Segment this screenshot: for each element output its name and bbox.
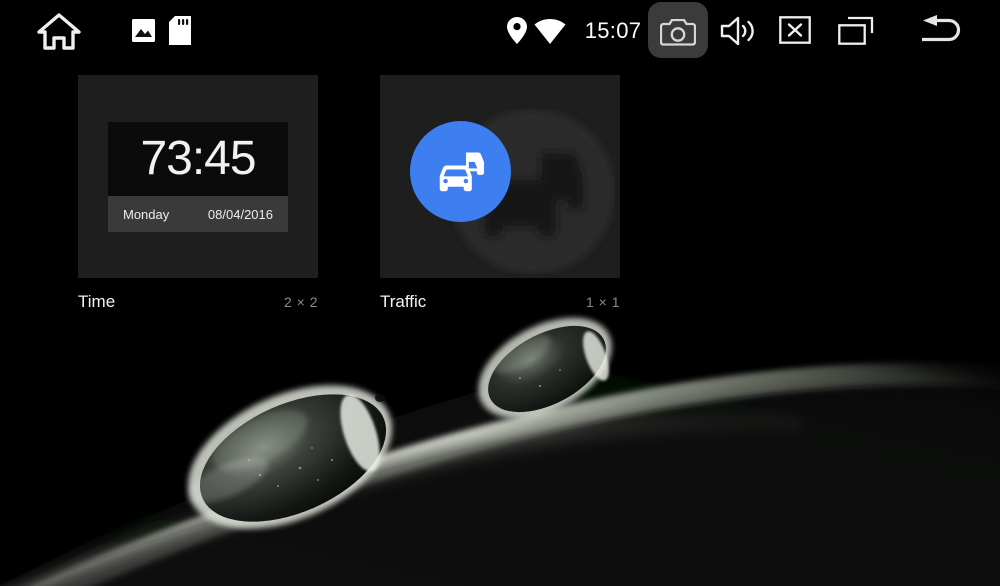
clock-digits: 73:45 — [140, 132, 256, 185]
widget-tile-traffic[interactable] — [380, 75, 620, 278]
status-bar: 15:07 — [0, 0, 1000, 60]
volume-icon[interactable] — [720, 16, 758, 46]
home-icon[interactable] — [36, 10, 82, 52]
back-icon[interactable] — [917, 15, 965, 47]
widget-caption-time: Time 2 × 2 — [78, 292, 318, 312]
clock-date-bar: Monday 08/04/2016 — [108, 196, 288, 232]
widget-tile-time[interactable]: 73:45 Monday 08/04/2016 — [78, 75, 318, 278]
gallery-icon[interactable] — [130, 17, 156, 43]
location-pin-icon — [506, 16, 528, 44]
widget-name-traffic: Traffic — [380, 292, 427, 311]
widget-caption-traffic: Traffic 1 × 1 — [380, 292, 620, 312]
recent-apps-icon[interactable] — [838, 16, 874, 46]
wallpaper-leaf-photo — [0, 300, 1000, 586]
status-bar-clock: 15:07 — [584, 18, 642, 43]
clock-widget-preview: 73:45 Monday 08/04/2016 — [108, 122, 288, 232]
widget-size-time: 2 × 2 — [283, 294, 318, 310]
clock-face: 73:45 — [108, 122, 288, 196]
home-screen: 15:07 73:45 Monday 08/04/2016 Time 2 × 2… — [0, 0, 1000, 586]
traffic-cars-icon — [410, 121, 511, 222]
widget-size-traffic: 1 × 1 — [585, 294, 620, 310]
camera-icon[interactable] — [660, 18, 696, 46]
wifi-icon — [534, 18, 566, 44]
sdcard-icon[interactable] — [168, 15, 192, 45]
widget-name-time: Time — [78, 292, 116, 311]
leaf-droplets-graphic — [0, 300, 1000, 586]
clock-date-label: 08/04/2016 — [207, 206, 273, 222]
close-box-icon[interactable] — [779, 16, 811, 44]
clock-day-label: Monday — [123, 206, 170, 222]
